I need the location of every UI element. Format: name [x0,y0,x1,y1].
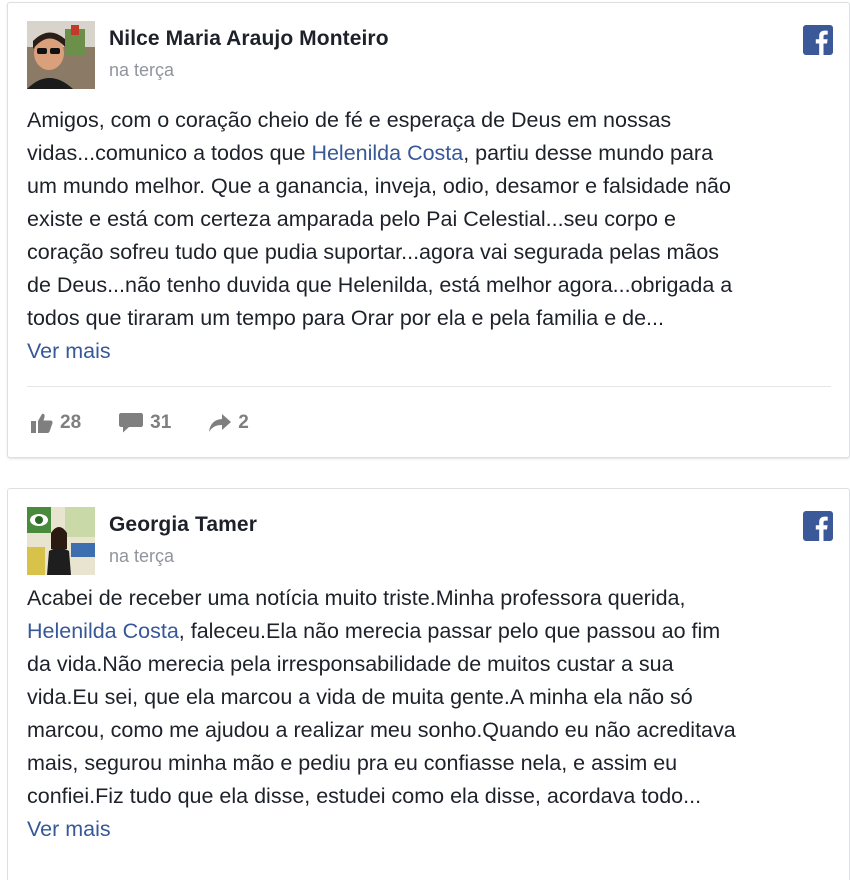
text-line: Helenilda Costa, faleceu.Ela não merecia… [27,619,721,643]
post-time[interactable]: na terça [109,60,174,81]
text-line: mais, segurou minha mão e pediu pra eu c… [27,751,678,775]
post-card: Nilce Maria Araujo Monteiro na terça Ami… [7,2,850,458]
text-line: marcou, como me ajudou a realizar meu so… [27,718,736,742]
facebook-icon[interactable] [803,25,833,55]
text-line: um mundo melhor. Que a ganancia, inveja,… [27,174,731,198]
author-name[interactable]: Georgia Tamer [109,513,257,537]
post-text: Acabei de receber uma notícia muito tris… [27,582,839,846]
text-line: Amigos, com o coração cheio de fé e espe… [27,108,672,132]
post-time[interactable]: na terça [109,546,174,567]
comment-button[interactable]: 31 [119,412,171,434]
post-card: Georgia Tamer na terça Acabei de receber… [7,488,850,880]
text-line: confiei.Fiz tudo que ela disse, estudei … [27,784,702,808]
text-line: vidas...comunico a todos que Helenilda C… [27,141,714,165]
text-line: existe e está com certeza amparada pelo … [27,207,676,231]
avatar[interactable] [27,507,95,575]
post-header: Nilce Maria Araujo Monteiro na terça [27,17,837,89]
see-more-link[interactable]: Ver mais [27,813,111,846]
share-count: 2 [238,412,249,433]
divider [27,386,831,387]
post-text: Amigos, com o coração cheio de fé e espe… [27,104,839,368]
avatar[interactable] [27,21,95,89]
mention-link[interactable]: Helenilda Costa [27,619,179,643]
see-more-link[interactable]: Ver mais [27,335,111,368]
share-button[interactable]: 2 [209,412,249,434]
author-name[interactable]: Nilce Maria Araujo Monteiro [109,27,389,51]
text-line: de Deus...não tenho duvida que Helenilda… [27,273,733,297]
text-line: Acabei de receber uma notícia muito tris… [27,586,686,610]
text-line: todos que tiraram um tempo para Orar por… [27,306,664,330]
comment-count: 31 [150,412,172,433]
post-header: Georgia Tamer na terça [27,503,837,575]
text-line: da vida.Não merecia pela irresponsabilid… [27,652,674,676]
text-line: coração sofreu tudo que pudia suportar..… [27,240,720,264]
mention-link[interactable]: Helenilda Costa [311,141,463,165]
share-arrow-icon [209,414,232,432]
post-actions: 28 31 2 [31,408,287,438]
comment-bubble-icon [119,413,144,433]
like-count: 28 [60,412,82,433]
thumbs-up-icon [31,413,53,433]
facebook-icon[interactable] [803,511,833,541]
like-button[interactable]: 28 [31,412,81,434]
post-feed: Nilce Maria Araujo Monteiro na terça Ami… [0,0,850,880]
text-line: vida.Eu sei, que ela marcou a vida de mu… [27,685,693,709]
